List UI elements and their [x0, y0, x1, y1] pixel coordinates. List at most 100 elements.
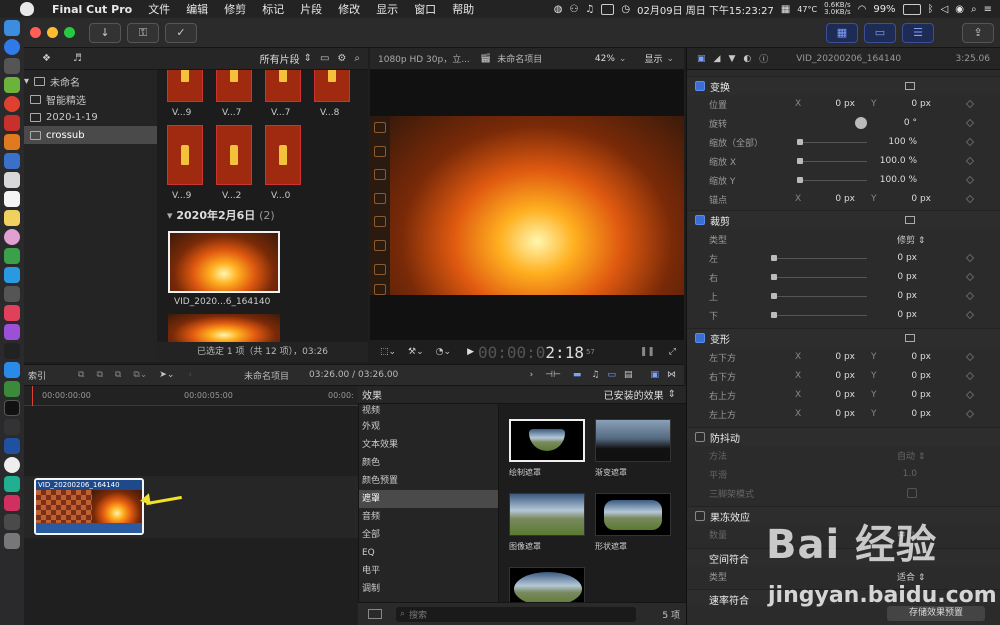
- effect-category[interactable]: 颜色: [359, 454, 498, 472]
- effect-category-selected[interactable]: 遮罩: [359, 490, 498, 508]
- photos-audio-icon[interactable]: ♬: [73, 53, 82, 64]
- app-menu[interactable]: Final Cut Pro: [44, 3, 140, 16]
- enhance-tool-icon[interactable]: ⚒⌄: [408, 347, 424, 357]
- rotation-field[interactable]: 0 °: [867, 118, 917, 128]
- keyframe-button[interactable]: [965, 194, 975, 204]
- zoom-window-button[interactable]: [64, 27, 75, 38]
- crop-top-slider[interactable]: [771, 292, 867, 299]
- playhead[interactable]: [32, 386, 33, 406]
- grid-icon[interactable]: ▦: [781, 4, 790, 15]
- battery-icon[interactable]: [902, 3, 921, 15]
- color-wheel-tab-icon[interactable]: ◐: [743, 54, 751, 64]
- music-icon[interactable]: ♫: [585, 4, 594, 15]
- effect-category[interactable]: 文本效果: [359, 436, 498, 454]
- menu-file[interactable]: 文件: [140, 1, 178, 17]
- keyframe-button[interactable]: [965, 253, 975, 263]
- save-effects-preset-button[interactable]: 存储效果预置: [887, 606, 985, 621]
- show-browser-button[interactable]: ▦: [826, 22, 858, 43]
- library-item-unnamed[interactable]: ▾ 未命名: [24, 72, 157, 90]
- app-icon-green[interactable]: [4, 476, 20, 492]
- notes-icon[interactable]: [4, 210, 20, 226]
- distort-onscreen-icon[interactable]: [905, 334, 915, 342]
- effect-category[interactable]: 电平: [359, 562, 498, 580]
- timeline[interactable]: VID_20200206_164140: [24, 406, 358, 625]
- menu-help[interactable]: 帮助: [444, 1, 482, 17]
- tripod-checkbox[interactable]: [907, 488, 917, 498]
- menu-modify[interactable]: 修改: [330, 1, 368, 17]
- distort-tr-x-field[interactable]: 0 px: [815, 390, 855, 400]
- keyframe-button[interactable]: [965, 291, 975, 301]
- crop-left-field[interactable]: 0 px: [867, 253, 917, 263]
- finder-icon[interactable]: [4, 20, 20, 36]
- keyframe-button[interactable]: [965, 118, 975, 128]
- overwrite-clip-icon[interactable]: ⧉⌄: [133, 370, 147, 380]
- filmstrip-icon[interactable]: ▭: [320, 53, 329, 64]
- keyframe-button[interactable]: [965, 137, 975, 147]
- launchpad-icon[interactable]: [4, 58, 20, 74]
- qq-icon[interactable]: [4, 267, 20, 283]
- effect-category[interactable]: EQ: [359, 544, 498, 562]
- clip-thumbnail[interactable]: [265, 70, 301, 102]
- clip-thumbnail[interactable]: [314, 70, 350, 102]
- crop-right-slider[interactable]: [771, 273, 867, 280]
- message-icon[interactable]: [601, 3, 615, 15]
- background-tasks-button[interactable]: ✓: [165, 22, 197, 43]
- skimming-icon[interactable]: ⊣⊢: [545, 370, 561, 380]
- user-icon[interactable]: ◉: [955, 4, 964, 15]
- forward-nav-icon[interactable]: ›: [530, 370, 534, 380]
- crop-checkbox[interactable]: [695, 215, 705, 225]
- audio-inspector-tab-icon[interactable]: ◢: [714, 54, 721, 64]
- chevron-updown-icon[interactable]: ⇕: [304, 53, 312, 64]
- effect-category[interactable]: 音频: [359, 508, 498, 526]
- ghost-icon[interactable]: ◍: [554, 4, 563, 15]
- podcast-icon[interactable]: [4, 324, 20, 340]
- crop-type-dropdown[interactable]: 修剪 ⇕: [897, 233, 925, 246]
- control-center-icon[interactable]: ≡: [984, 4, 992, 15]
- distort-tl-y-field[interactable]: 0 px: [891, 409, 931, 419]
- crop-onscreen-icon[interactable]: [905, 216, 915, 224]
- viewer-display-dropdown[interactable]: 显示: [644, 52, 662, 65]
- scale-all-field[interactable]: 100 %: [867, 137, 917, 147]
- camera-icon[interactable]: [4, 286, 20, 302]
- app-icon-orange[interactable]: [4, 134, 20, 150]
- keyframe-button[interactable]: [965, 352, 975, 362]
- solo-icon[interactable]: ▭: [607, 370, 616, 380]
- play-button[interactable]: ▶: [467, 347, 474, 357]
- keyframe-button[interactable]: [965, 175, 975, 185]
- slider-knob[interactable]: [771, 292, 777, 299]
- installed-effects-dropdown[interactable]: 已安装的效果: [604, 387, 664, 402]
- share-button[interactable]: ⇪: [962, 22, 994, 43]
- stabilize-checkbox[interactable]: [695, 432, 705, 442]
- anchor-x-field[interactable]: 0 px: [815, 194, 855, 204]
- crop-left-slider[interactable]: [771, 254, 867, 261]
- scale-all-slider[interactable]: [797, 138, 867, 145]
- chevron-updown-icon[interactable]: ⇕: [668, 389, 676, 400]
- transform-checkbox[interactable]: [695, 81, 705, 91]
- menu-mark[interactable]: 标记: [254, 1, 292, 17]
- distort-bl-y-field[interactable]: 0 px: [891, 352, 931, 362]
- trash-icon[interactable]: [4, 533, 20, 549]
- vim-icon[interactable]: [4, 381, 20, 397]
- search-icon[interactable]: ⌕: [971, 4, 977, 15]
- insert-clip-icon[interactable]: ⧉: [96, 370, 102, 380]
- effect-gradient-mask[interactable]: [595, 419, 671, 462]
- clip-filter-dropdown[interactable]: 所有片段: [260, 51, 300, 66]
- audio-skimming-icon[interactable]: ▬: [573, 370, 582, 380]
- position-y-field[interactable]: 0 px: [891, 99, 931, 109]
- crop-bottom-field[interactable]: 0 px: [867, 310, 917, 320]
- connect-clip-icon[interactable]: ⧉: [78, 370, 84, 380]
- info-tab-icon[interactable]: ⓘ: [759, 52, 768, 65]
- search-field[interactable]: ⌕ 搜索: [396, 606, 636, 622]
- people-icon[interactable]: ⚇: [569, 4, 578, 15]
- tv-icon[interactable]: [4, 343, 20, 359]
- yandex-icon[interactable]: [4, 457, 20, 473]
- keyframe-button[interactable]: [965, 310, 975, 320]
- scale-y-field[interactable]: 100.0 %: [867, 175, 917, 185]
- distort-br-x-field[interactable]: 0 px: [815, 371, 855, 381]
- final-cut-icon[interactable]: [4, 514, 20, 530]
- disclosure-icon[interactable]: ▾: [24, 76, 29, 87]
- slider-knob[interactable]: [797, 157, 803, 164]
- append-clip-icon[interactable]: ⧉: [115, 370, 121, 380]
- scale-x-slider[interactable]: [797, 157, 867, 164]
- timeline-ruler[interactable]: 00:00:00:00 00:00:05:00 00:00:: [24, 386, 358, 406]
